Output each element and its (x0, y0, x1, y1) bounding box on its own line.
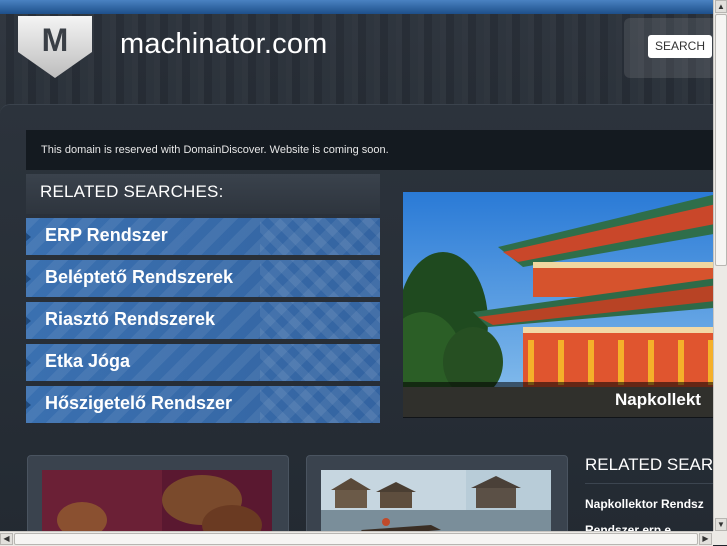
thumbnail-image (321, 470, 551, 531)
arrow-right-icon (26, 400, 31, 410)
scrollbar-corner (713, 531, 727, 545)
featured-caption[interactable]: Napkollekt (615, 390, 701, 410)
vertical-scroll-thumb[interactable] (715, 14, 727, 266)
featured-caption-bar: Napkollekt (403, 382, 713, 418)
related-link-label: Riasztó Rendszerek (45, 309, 216, 329)
vertical-scrollbar[interactable]: ▲ ▼ (713, 0, 727, 531)
related-link-riaszto[interactable]: Riasztó Rendszerek (26, 302, 380, 339)
arrow-right-icon (26, 232, 31, 242)
scroll-left-icon[interactable]: ◀ (0, 533, 13, 545)
search-button[interactable]: SEARCH (648, 35, 712, 58)
sidebar-link-rendszer[interactable]: Rendszer erp e (585, 523, 671, 531)
notice-bar: This domain is reserved with DomainDisco… (26, 130, 713, 170)
horizontal-scroll-thumb[interactable] (14, 533, 698, 545)
thumbnail-image (42, 470, 272, 531)
map-image (42, 470, 272, 531)
related-searches-list: ERP Rendszer Beléptető Rendszerek Riaszt… (26, 218, 380, 428)
arrow-right-icon (26, 274, 31, 284)
related-link-beleptetok[interactable]: Beléptető Rendszerek (26, 260, 380, 297)
thumbnail-card[interactable] (306, 455, 568, 531)
top-bar (0, 0, 713, 14)
scroll-up-icon[interactable]: ▲ (715, 0, 727, 13)
page: M machinator.com SEARCH This domain is r… (0, 0, 713, 531)
related-link-etka-joga[interactable]: Etka Jóga (26, 344, 380, 381)
scroll-down-icon[interactable]: ▼ (715, 518, 727, 531)
logo-letter: M (41, 22, 69, 58)
arrow-right-icon (26, 358, 31, 368)
thumbnail-card[interactable] (27, 455, 289, 531)
site-logo[interactable]: M (18, 16, 92, 78)
sidebar-link-napkollektor[interactable]: Napkollektor Rendsz (585, 497, 704, 511)
divider (585, 483, 713, 484)
related-link-label: Beléptető Rendszerek (45, 267, 234, 287)
sidebar-related-searches-title: RELATED SEAR (585, 455, 713, 474)
horizontal-scrollbar[interactable]: ◀ ▶ (0, 531, 713, 546)
related-link-erp-rendszer[interactable]: ERP Rendszer (26, 218, 380, 255)
related-link-label: Hőszigetelő Rendszer (45, 393, 233, 413)
site-title[interactable]: machinator.com (120, 28, 328, 61)
related-searches-title: RELATED SEARCHES: (40, 182, 224, 201)
scroll-right-icon[interactable]: ▶ (699, 533, 712, 545)
arrow-right-icon (26, 316, 31, 326)
notice-text: This domain is reserved with DomainDisco… (41, 144, 389, 156)
related-link-label: Etka Jóga (45, 351, 131, 371)
related-link-label: ERP Rendszer (45, 225, 168, 245)
related-link-hoszigetelo[interactable]: Hőszigetelő Rendszer (26, 386, 380, 423)
river-village-image (321, 470, 551, 531)
related-searches-header: RELATED SEARCHES: (26, 174, 380, 214)
